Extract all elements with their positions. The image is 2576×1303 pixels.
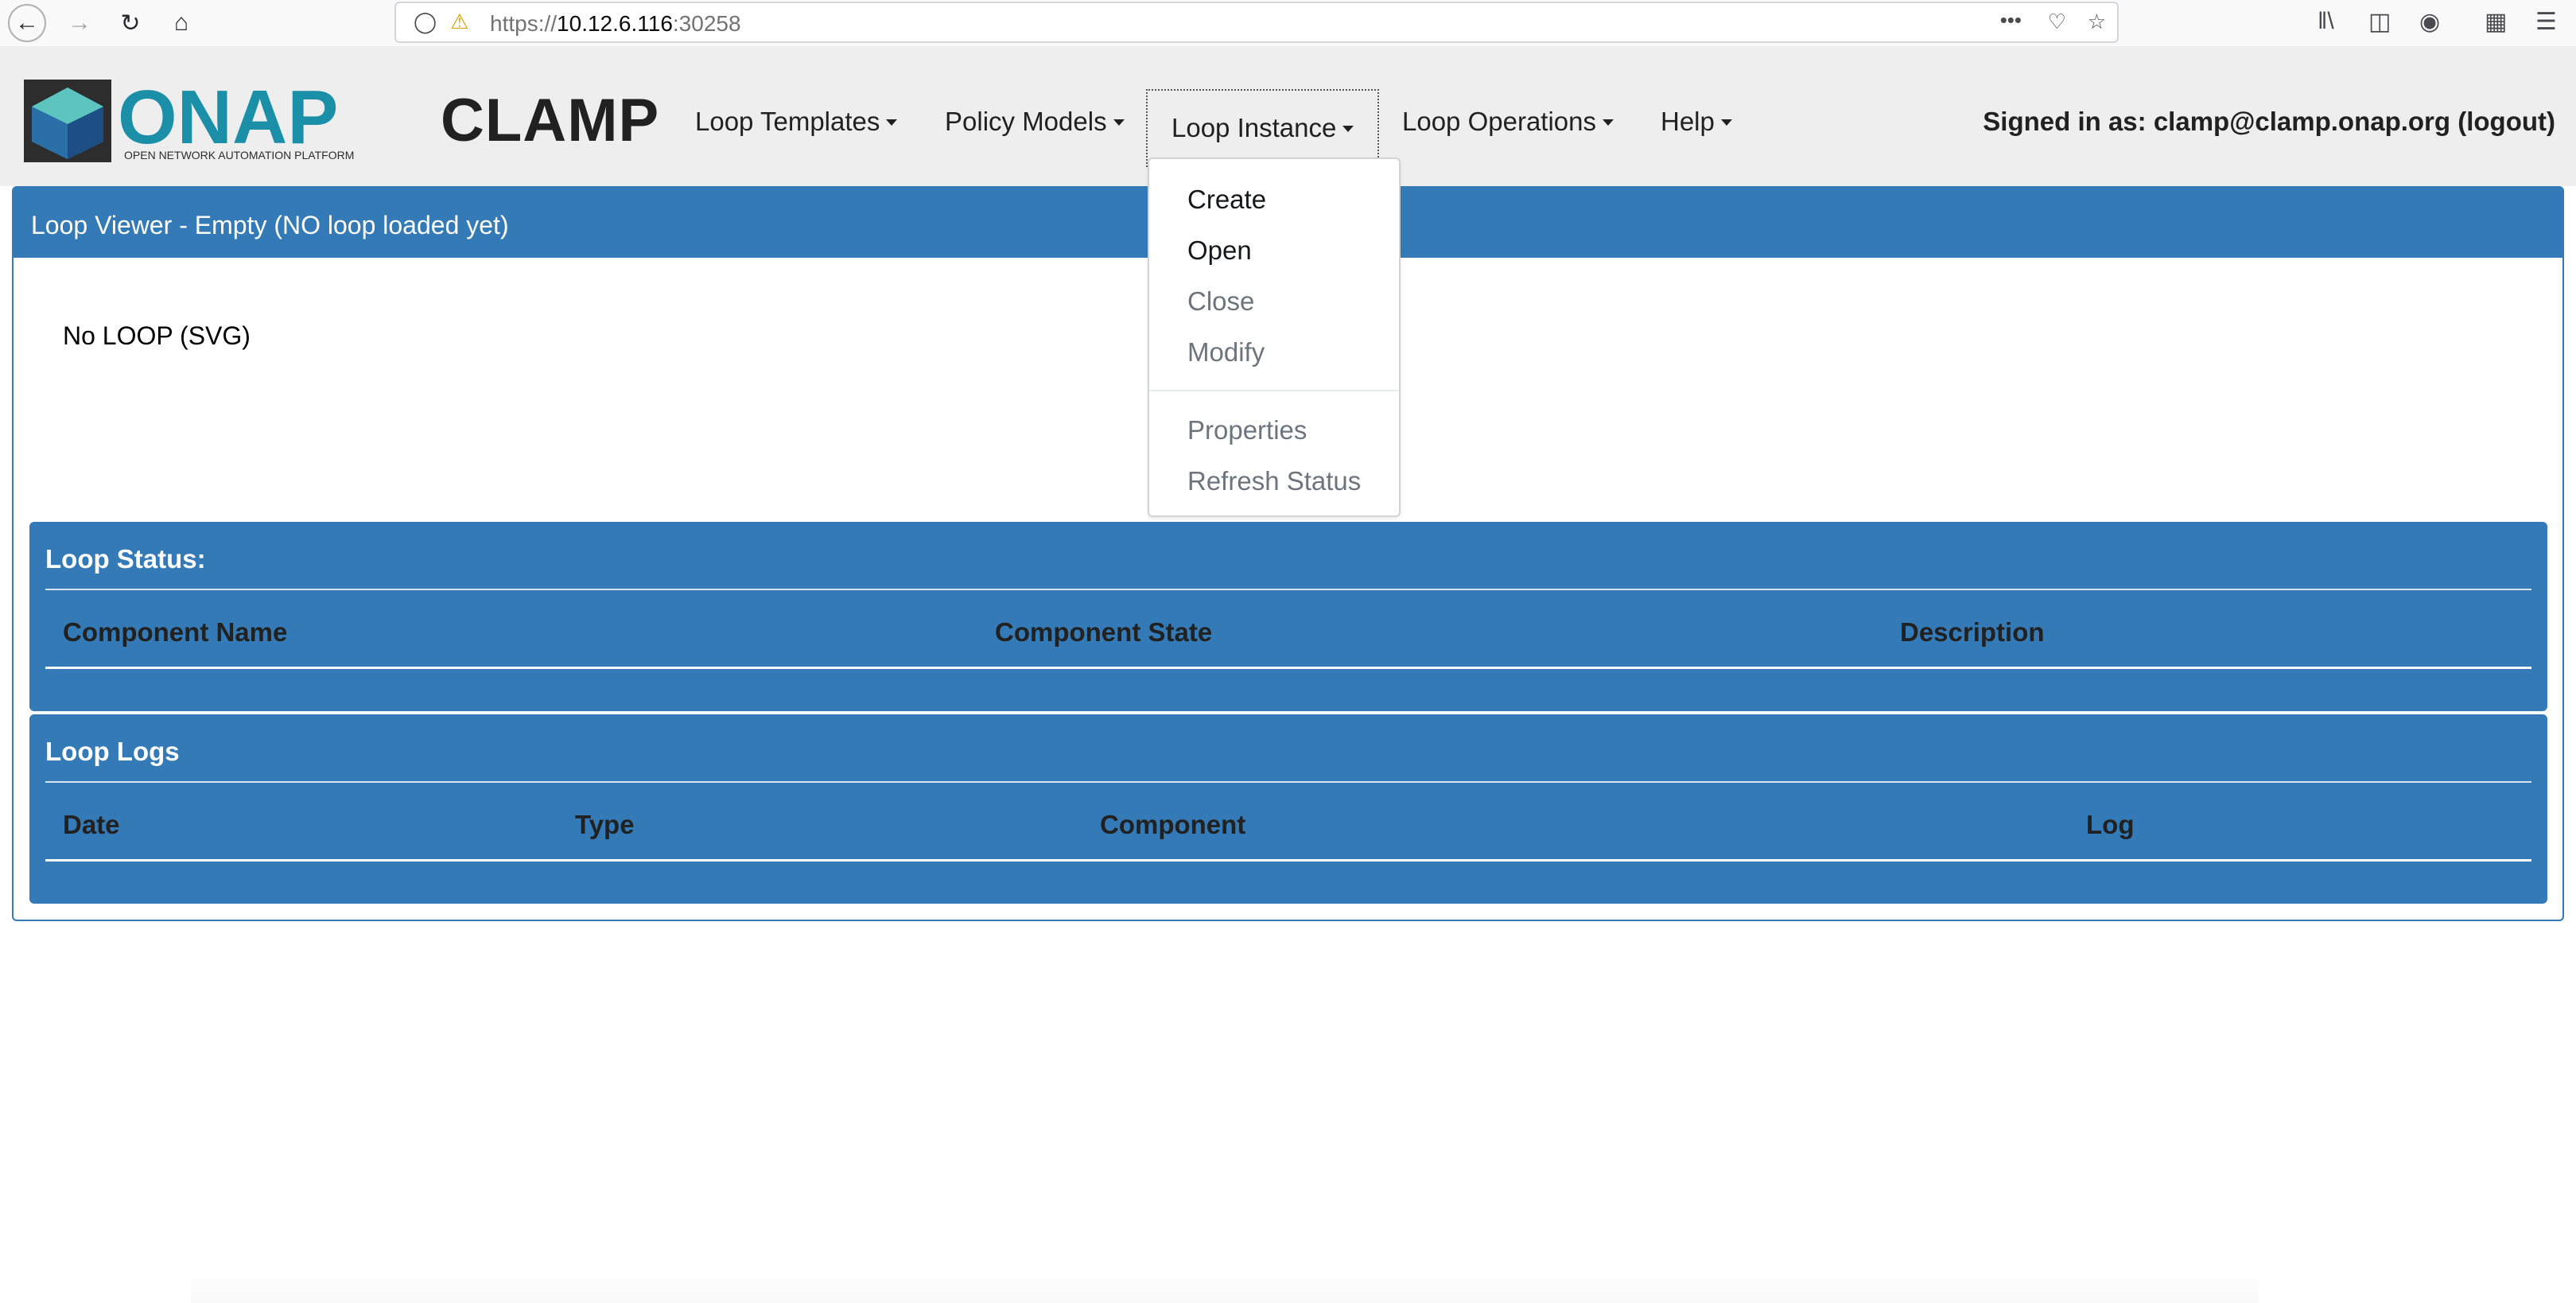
- loop-logs-title: Loop Logs: [45, 737, 180, 766]
- url-text[interactable]: https://10.12.6.116:30258: [490, 11, 741, 37]
- caret-down-icon: [1342, 126, 1354, 132]
- nav-loop-templates[interactable]: Loop Templates: [695, 107, 898, 137]
- menu-item-modify[interactable]: Modify: [1187, 337, 1265, 368]
- menu-item-create[interactable]: Create: [1187, 185, 1266, 215]
- menu-icon[interactable]: ☰: [2535, 8, 2557, 36]
- caret-down-icon: [1113, 119, 1125, 126]
- menu-item-properties[interactable]: Properties: [1187, 415, 1307, 445]
- column-header-component: Component: [1100, 810, 1246, 839]
- signed-in-user[interactable]: Signed in as: clamp@clamp.onap.org (logo…: [1983, 107, 2555, 137]
- column-header-component-name: Component Name: [63, 617, 288, 647]
- extensions-icon[interactable]: ▦: [2485, 8, 2507, 36]
- back-icon[interactable]: ←: [8, 4, 46, 42]
- column-header-type: Type: [575, 810, 635, 839]
- menu-item-refresh-status[interactable]: Refresh Status: [1187, 466, 1361, 496]
- divider: [45, 589, 2531, 590]
- logo-subtitle: OPEN NETWORK AUTOMATION PLATFORM: [124, 149, 354, 161]
- app-title[interactable]: CLAMP: [441, 86, 659, 155]
- column-header-description: Description: [1900, 617, 2045, 647]
- loop-status-card: Loop Status: Component Name Component St…: [29, 522, 2547, 711]
- url-bar[interactable]: ◯ ⚠ https://10.12.6.116:30258 ••• ♡ ☆: [394, 2, 2119, 43]
- nav-policy-models-label: Policy Models: [945, 107, 1107, 136]
- menu-item-open[interactable]: Open: [1187, 235, 1252, 266]
- column-header-component-state: Component State: [995, 617, 1213, 647]
- onap-logo[interactable]: ONAP OPEN NETWORK AUTOMATION PLATFORM: [21, 78, 394, 164]
- loop-instance-dropdown: Create Open Close Modify Properties Refr…: [1148, 158, 1401, 517]
- nav-loop-instance[interactable]: Loop Instance: [1146, 89, 1380, 167]
- nav-help[interactable]: Help: [1661, 107, 1732, 137]
- loop-status-title: Loop Status:: [45, 544, 206, 574]
- column-header-date: Date: [63, 810, 120, 839]
- logo-wordmark: ONAP: [118, 78, 338, 160]
- caret-down-icon: [1603, 119, 1614, 126]
- insecure-lock-icon[interactable]: ⚠: [450, 10, 468, 34]
- library-icon[interactable]: ‖\: [2318, 8, 2334, 35]
- loop-svg-placeholder: No LOOP (SVG): [63, 321, 251, 350]
- home-icon[interactable]: ⌂: [162, 5, 200, 41]
- divider: [45, 667, 2531, 669]
- menu-item-close[interactable]: Close: [1187, 286, 1254, 317]
- divider: [45, 781, 2531, 783]
- nav-loop-operations-label: Loop Operations: [1402, 107, 1597, 136]
- account-icon[interactable]: ◉: [2419, 8, 2440, 36]
- bookmark-star-icon[interactable]: ☆: [2088, 10, 2106, 34]
- nav-policy-models[interactable]: Policy Models: [945, 107, 1125, 137]
- page-actions-icon[interactable]: •••: [2000, 8, 2022, 33]
- nav-help-label: Help: [1661, 107, 1715, 136]
- menu-divider: [1149, 390, 1399, 391]
- nav-loop-templates-label: Loop Templates: [695, 107, 880, 136]
- column-header-log: Log: [2086, 810, 2135, 839]
- sidebar-icon[interactable]: ◫: [2368, 8, 2391, 36]
- nav-loop-instance-label: Loop Instance: [1171, 113, 1337, 142]
- caret-down-icon: [1720, 119, 1732, 126]
- pocket-icon[interactable]: ♡: [2048, 10, 2066, 34]
- page-shadow: [191, 1271, 2259, 1303]
- caret-down-icon: [886, 119, 898, 126]
- tracking-shield-icon[interactable]: ◯: [414, 10, 437, 34]
- forward-icon[interactable]: →: [60, 5, 99, 41]
- reload-icon[interactable]: ↻: [111, 5, 150, 41]
- divider: [45, 859, 2531, 862]
- nav-loop-operations[interactable]: Loop Operations: [1402, 107, 1614, 137]
- browser-toolbar: ← → ↻ ⌂ ◯ ⚠ https://10.12.6.116:30258 ••…: [0, 0, 2576, 47]
- loop-logs-card: Loop Logs Date Type Component Log: [29, 714, 2547, 904]
